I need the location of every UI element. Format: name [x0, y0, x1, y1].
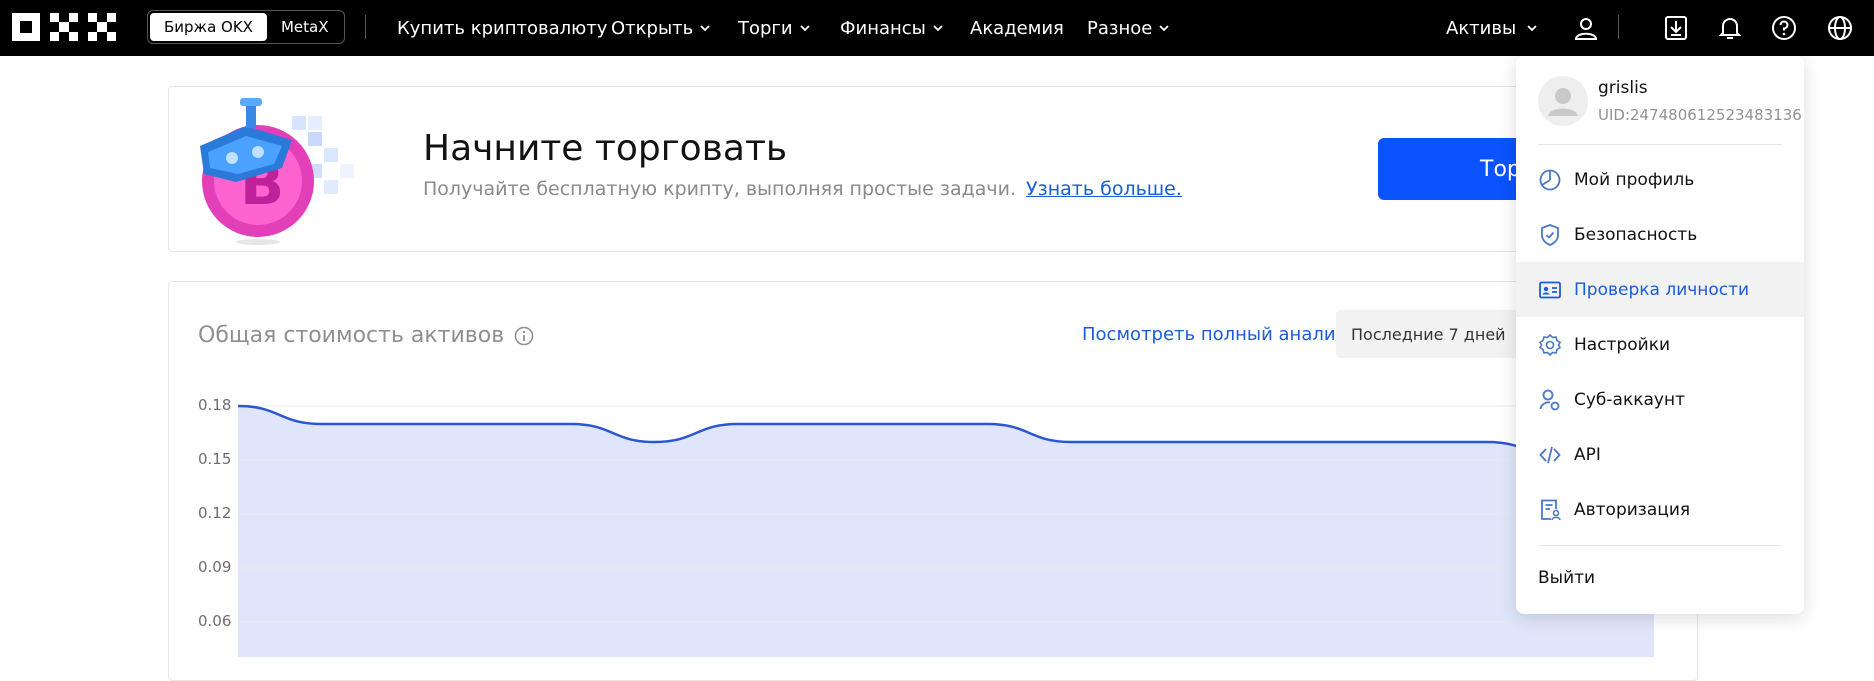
menu-label: Безопасность [1574, 224, 1698, 245]
area-fill [238, 406, 1654, 657]
code-icon [1538, 443, 1562, 467]
id-card-icon [1538, 278, 1562, 302]
menu-sub-account[interactable]: Суб-аккаунт [1516, 372, 1804, 427]
menu-divider [1538, 545, 1782, 546]
menu-api[interactable]: API [1516, 427, 1804, 482]
user-uid[interactable]: UID:247480612523483136 [1598, 106, 1802, 124]
logout-button[interactable]: Выйти [1538, 568, 1595, 588]
sub-account-icon [1538, 388, 1562, 412]
menu-settings[interactable]: Настройки [1516, 317, 1804, 372]
profile-chart-icon [1538, 168, 1562, 192]
menu-label: Проверка личности [1574, 279, 1750, 300]
menu-identity-verification[interactable]: Проверка личности [1516, 262, 1804, 317]
menu-label: Мой профиль [1574, 169, 1695, 190]
shield-icon [1538, 223, 1562, 247]
avatar [1538, 76, 1588, 126]
menu-security[interactable]: Безопасность [1516, 207, 1804, 262]
menu-divider [1538, 144, 1782, 145]
gear-icon [1538, 333, 1562, 357]
menu-label: Авторизация [1574, 499, 1691, 520]
document-user-icon [1538, 498, 1562, 522]
menu-label: API [1574, 444, 1601, 465]
menu-label: Настройки [1574, 334, 1671, 355]
username: grislis [1598, 78, 1648, 98]
menu-label: Суб-аккаунт [1574, 389, 1685, 410]
menu-my-profile[interactable]: Мой профиль [1516, 152, 1804, 207]
profile-dropdown: grislis UID:247480612523483136 Мой профи… [1516, 56, 1804, 614]
menu-authorization[interactable]: Авторизация [1516, 482, 1804, 537]
